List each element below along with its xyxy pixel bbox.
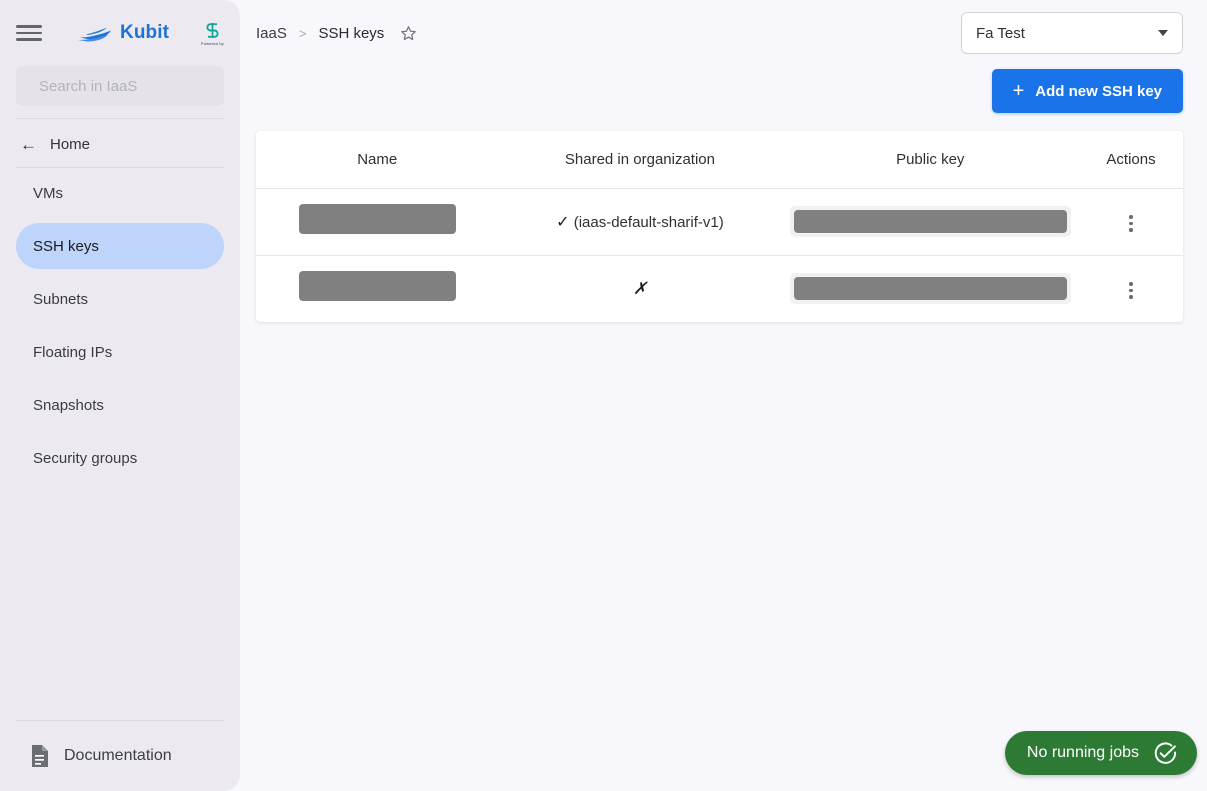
cell-actions [1079, 255, 1183, 322]
cell-name [256, 255, 498, 322]
star-outline-icon[interactable] [400, 25, 417, 42]
cell-shared: ✗ [498, 255, 781, 322]
breadcrumb-separator: > [298, 25, 307, 41]
public-key-container [789, 272, 1071, 304]
add-new-ssh-key-button[interactable]: + Add new SSH key [991, 69, 1183, 113]
action-row: + Add new SSH key [240, 69, 1207, 113]
sidebar-item-label: Snapshots [33, 396, 104, 414]
table-body: ✓ (iaas-default-sharif-v1) ✗ [256, 188, 1183, 322]
sidebar-item-label: Subnets [33, 290, 89, 308]
public-key-container [789, 205, 1071, 237]
chevron-down-icon [1158, 30, 1168, 36]
shared-status: ✓ (iaas-default-sharif-v1) [556, 214, 724, 231]
sidebar-brand-row: Kubit Powered by [0, 0, 240, 66]
running-jobs-label: No running jobs [1026, 744, 1139, 761]
redacted-name-value [298, 271, 456, 302]
cell-public-key [781, 255, 1079, 322]
sidebar-item-subnets[interactable]: Subnets [16, 276, 224, 322]
column-header-public-key: Public key [781, 131, 1080, 189]
ssh-keys-table: Name Shared in organization Public key A… [256, 131, 1183, 322]
cell-shared: ✓ (iaas-default-sharif-v1) [498, 188, 782, 256]
arrow-left-icon: ← [20, 134, 37, 154]
table-row[interactable]: ✗ [256, 255, 1183, 322]
breadcrumb-root[interactable]: IaaS [256, 25, 287, 42]
cell-actions [1079, 188, 1183, 256]
search-box[interactable] [16, 66, 238, 106]
sidebar-item-snapshots[interactable]: Snapshots [16, 382, 224, 428]
sidebar-item-label: Security groups [33, 449, 138, 467]
breadcrumb: IaaS > SSH keys [256, 25, 417, 42]
documentation-label: Documentation [64, 747, 172, 764]
sidebar-divider-nav [16, 167, 224, 168]
topbar: IaaS > SSH keys Fa Test [240, 0, 1207, 66]
ssh-keys-card: Name Shared in organization Public key A… [256, 131, 1183, 322]
table-header: Name Shared in organization Public key A… [256, 131, 1183, 189]
partner-s-glyph [206, 22, 219, 38]
kubit-boat-logo [78, 27, 111, 41]
sidebar-item-label: SSH keys [33, 237, 99, 255]
check-icon: ✓ [556, 213, 570, 231]
column-header-shared: Shared in organization [498, 131, 782, 189]
sidebar-item-vms[interactable]: VMs [16, 170, 224, 216]
organization-select-value: Fa Test [976, 24, 1025, 42]
sidebar-item-ssh-keys[interactable]: SSH keys [16, 223, 224, 269]
column-header-name: Name [256, 131, 499, 189]
kebab-menu-icon[interactable] [1119, 209, 1143, 238]
sidebar: Kubit Powered by ← Home [0, 0, 240, 791]
sidebar-item-home[interactable]: ← Home [0, 121, 240, 167]
sidebar-divider-top [16, 118, 224, 119]
sidebar-item-label: VMs [33, 184, 63, 202]
redacted-public-key-value [793, 276, 1067, 300]
brand-logo[interactable]: Kubit [78, 22, 169, 44]
check-circle-icon [1154, 742, 1177, 764]
plus-icon: + [1012, 80, 1025, 102]
sidebar-item-label: Floating IPs [33, 343, 113, 361]
cross-icon: ✗ [632, 278, 648, 298]
search-input[interactable] [39, 77, 238, 95]
redacted-name-value [298, 204, 456, 234]
sidebar-search-wrap [0, 66, 240, 106]
redacted-public-key-value [793, 209, 1067, 233]
sidebar-item-home-label: Home [50, 135, 91, 153]
add-new-ssh-key-label: Add new SSH key [1035, 82, 1162, 100]
sidebar-item-security-groups[interactable]: Security groups [16, 435, 224, 481]
sidebar-item-floating-ips[interactable]: Floating IPs [16, 329, 224, 375]
documentation-link[interactable]: Documentation [0, 721, 240, 791]
shared-org-name: (iaas-default-sharif-v1) [573, 213, 724, 231]
column-header-actions: Actions [1079, 131, 1183, 189]
cell-name [256, 188, 499, 256]
app-root: Kubit Powered by ← Home [0, 0, 1207, 791]
breadcrumb-current: SSH keys [318, 24, 385, 42]
kebab-menu-icon[interactable] [1119, 276, 1143, 305]
main-content: IaaS > SSH keys Fa Test + Add new SSH ke… [240, 0, 1207, 791]
brand-name: Kubit [120, 22, 170, 43]
organization-select[interactable]: Fa Test [961, 12, 1183, 54]
table-header-row: Name Shared in organization Public key A… [256, 131, 1183, 189]
running-jobs-status-pill[interactable]: No running jobs [1004, 731, 1197, 775]
cell-public-key [781, 188, 1080, 256]
partner-logo-caption: Powered by [200, 40, 224, 46]
table-row[interactable]: ✓ (iaas-default-sharif-v1) [256, 188, 1183, 256]
hamburger-icon[interactable] [16, 23, 42, 43]
document-icon [32, 745, 48, 767]
partner-s-logo[interactable]: Powered by [201, 21, 224, 46]
sidebar-nav: VMs SSH keys Subnets Floating IPs Snapsh… [0, 170, 240, 488]
